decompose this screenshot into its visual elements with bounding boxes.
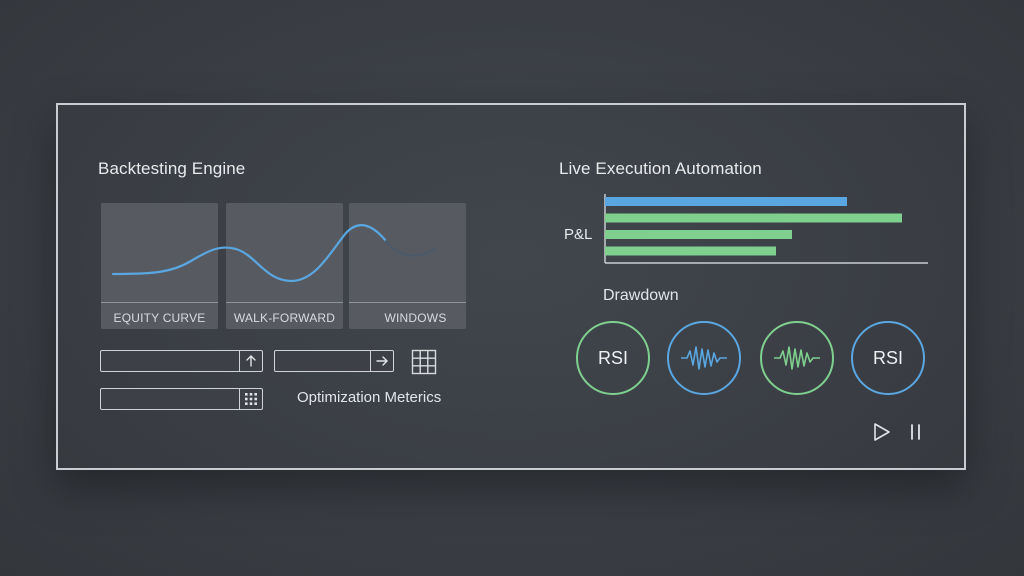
waveform-line (681, 346, 727, 370)
equity-curve-line (111, 224, 437, 283)
pnl-bar (605, 246, 776, 256)
waveform-icon (681, 346, 727, 370)
rsi-indicator-label: RSI (872, 347, 903, 368)
waveform-line (774, 346, 820, 370)
rsi-indicator[interactable]: RSI (576, 321, 650, 395)
pnl-bar (605, 197, 847, 206)
waveform-icon (774, 346, 820, 370)
pnl-label: P&L (564, 226, 593, 243)
arrow-right-icon (376, 356, 388, 366)
optimization-metrics-label: Optimization Meterics (297, 389, 442, 406)
arrow-up-icon (246, 355, 256, 367)
live-execution-title: Live Execution Automation (559, 159, 762, 178)
backtest-input-upload[interactable] (100, 350, 263, 372)
upload-button[interactable] (239, 351, 262, 371)
grid-icon[interactable] (411, 349, 437, 375)
backtesting-title: Backtesting Engine (98, 159, 246, 178)
pnl-bar-chart (604, 194, 928, 264)
oscillator-indicator[interactable] (760, 321, 834, 395)
pnl-bar (605, 230, 792, 239)
oscillator-indicator[interactable] (667, 321, 741, 395)
keypad-button[interactable] (239, 389, 262, 409)
backtest-panels: EQUITY CURVE WALK-FORWARD WINDOWS (101, 203, 467, 329)
backtest-input-params[interactable] (100, 388, 263, 410)
pause-icon[interactable] (908, 422, 924, 442)
play-icon[interactable] (872, 422, 892, 442)
rsi-indicator[interactable]: RSI (851, 321, 925, 395)
rsi-indicator-label: RSI (597, 347, 628, 368)
go-button[interactable] (370, 351, 393, 371)
keypad-icon (245, 393, 257, 405)
pnl-bar (605, 213, 902, 223)
backtest-input-go[interactable] (274, 350, 394, 372)
drawdown-label: Drawdown (603, 287, 679, 304)
